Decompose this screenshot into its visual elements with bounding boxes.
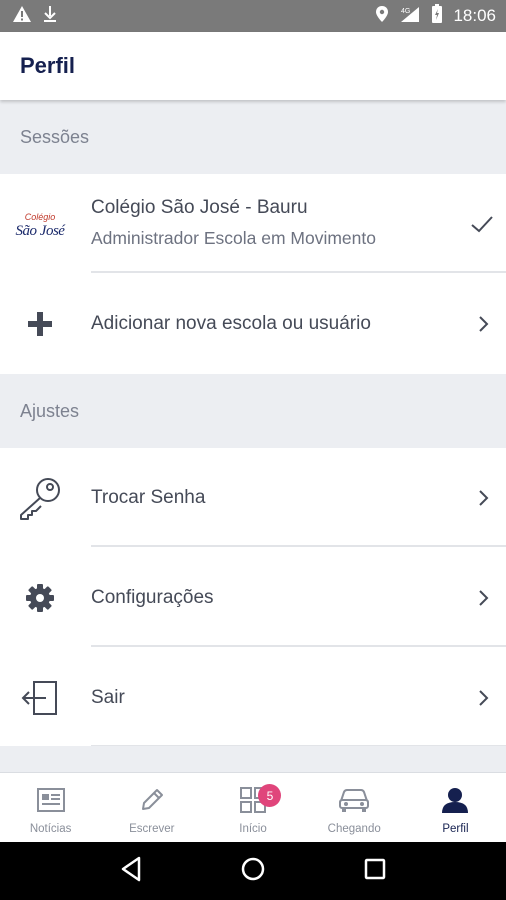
configurations-label: Configurações <box>91 586 214 608</box>
plus-icon <box>16 274 64 373</box>
app-bar: Perfil <box>0 32 506 100</box>
school-logo-top: Colégio <box>24 212 56 222</box>
key-icon <box>16 448 64 547</box>
svg-text:4G: 4G <box>401 8 410 15</box>
nav-label: Início <box>239 823 267 835</box>
nav-label: Perfil <box>442 823 469 835</box>
change-password-row[interactable]: Trocar Senha <box>0 448 506 547</box>
chevron-right-icon <box>478 648 490 747</box>
recents-icon[interactable] <box>363 857 387 886</box>
change-password-label: Trocar Senha <box>91 486 206 508</box>
nav-label: Escrever <box>129 823 175 835</box>
nav-item-noticias[interactable]: Notícias <box>0 773 101 843</box>
configurations-row[interactable]: Configurações <box>0 548 506 647</box>
divider <box>91 271 506 273</box>
home-icon[interactable] <box>240 856 266 887</box>
warning-icon <box>12 5 32 28</box>
person-icon <box>441 787 469 818</box>
check-icon <box>470 174 494 273</box>
section-title: Ajustes <box>20 400 80 421</box>
notification-badge: 5 <box>258 784 282 807</box>
car-icon <box>338 787 370 818</box>
signal-4g-icon: 4G <box>399 5 421 28</box>
section-header-sessions: Sessões <box>0 100 506 174</box>
logout-icon <box>16 648 64 747</box>
location-icon <box>375 5 389 28</box>
chevron-right-icon <box>478 548 490 647</box>
page-title: Perfil <box>20 53 76 78</box>
chevron-right-icon <box>478 274 490 373</box>
divider <box>91 545 506 547</box>
school-logo-name: São José <box>15 223 65 239</box>
back-icon[interactable] <box>119 856 143 887</box>
divider <box>91 645 506 647</box>
chevron-right-icon <box>478 448 490 547</box>
news-icon <box>36 787 65 818</box>
school-logo: Colégio São José <box>8 204 72 248</box>
add-school-row[interactable]: Adicionar nova escola ou usuário <box>0 274 506 373</box>
nav-item-perfil[interactable]: Perfil <box>405 773 506 843</box>
nav-label: Chegando <box>327 823 381 835</box>
nav-item-inicio[interactable]: 5 Início <box>202 773 303 843</box>
download-icon <box>42 5 58 28</box>
pencil-icon <box>139 787 165 818</box>
nav-item-escrever[interactable]: Escrever <box>101 773 202 843</box>
system-navigation-bar <box>0 842 506 900</box>
nav-item-chegando[interactable]: Chegando <box>304 773 405 843</box>
bottom-navigation: Notícias Escrever 5 Início Chegando Perf… <box>0 772 506 843</box>
nav-label: Notícias <box>29 823 72 835</box>
battery-icon <box>431 3 443 29</box>
section-header-settings: Ajustes <box>0 374 506 448</box>
section-title: Sessões <box>20 126 90 147</box>
gear-icon <box>16 548 64 647</box>
status-time: 18:06 <box>453 6 496 25</box>
add-school-label: Adicionar nova escola ou usuário <box>91 312 371 334</box>
content-bottom-spacer <box>0 746 506 772</box>
logout-row[interactable]: Sair <box>0 648 506 747</box>
school-role: Administrador Escola em Movimento <box>91 228 376 248</box>
logout-label: Sair <box>91 686 125 708</box>
school-row[interactable]: Colégio São José Colégio São José - Baur… <box>0 174 506 273</box>
status-bar: 4G 18:06 <box>0 0 506 32</box>
school-name: Colégio São José - Bauru <box>91 197 308 218</box>
